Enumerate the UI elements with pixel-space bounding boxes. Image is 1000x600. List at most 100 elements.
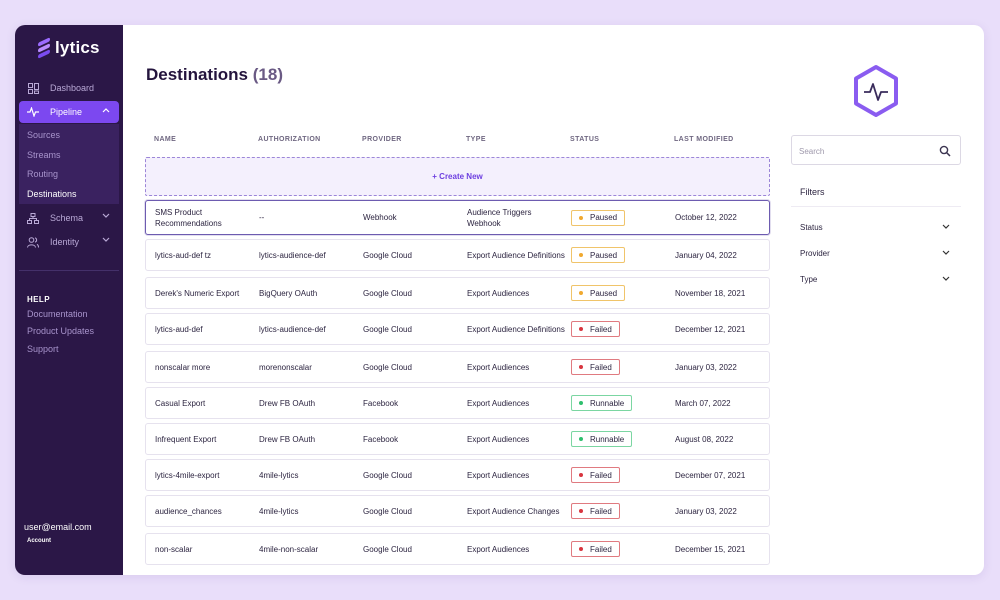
cell-authorization: 4mile-non-scalar (259, 534, 359, 564)
chevron-down-icon[interactable] (942, 223, 950, 232)
table-row[interactable]: nonscalar more morenonscalar Google Cloud E… (145, 351, 770, 383)
cell-name: Casual Export (155, 388, 255, 418)
cell-type: Export Audiences (467, 534, 567, 564)
search-input[interactable] (799, 143, 929, 159)
table-row[interactable]: Casual Export Drew FB OAuth Facebook Export… (145, 387, 770, 419)
cell-type: Export Audiences (467, 278, 567, 308)
status-badge: Paused (571, 209, 626, 226)
cell-provider: Google Cloud (363, 534, 463, 564)
sidebar-subitem-streams[interactable]: Streams (27, 150, 61, 160)
cell-authorization-text: 4mile-non-scalar (259, 544, 319, 554)
cell-authorization: lytics-audience-def (259, 314, 359, 344)
table-row[interactable]: lytics-4mile-export 4mile-lytics Google Cl… (145, 459, 770, 491)
cell-type: Export Audience Definitions (467, 240, 567, 270)
cell-status: Paused (571, 278, 671, 308)
search-icon[interactable] (939, 144, 951, 157)
chevron-down-icon[interactable] (102, 236, 110, 245)
status-dot-icon (579, 509, 583, 513)
cell-provider: Google Cloud (363, 496, 463, 526)
pipeline-hexagon-icon (852, 64, 900, 118)
cell-provider: Facebook (363, 388, 463, 418)
cell-type: Export Audiences (467, 352, 567, 382)
filters-divider (791, 206, 961, 207)
cell-name-text: nonscalar more (155, 362, 211, 372)
table-row[interactable]: Infrequent Export Drew FB OAuth Facebook Ex… (145, 423, 770, 455)
cell-authorization-text: -- (259, 213, 265, 222)
cell-status: Paused (571, 240, 671, 270)
cell-last-modified-text: January 03, 2022 (675, 506, 737, 516)
cell-provider-text: Google Cloud (363, 362, 412, 372)
cell-authorization-text: 4mile-lytics (259, 506, 299, 516)
sidebar-subitem-routing[interactable]: Routing (27, 169, 58, 179)
filter-status[interactable]: Status (800, 220, 950, 234)
cell-name-text: lytics-aud-def (155, 324, 203, 334)
cell-status: Failed (571, 314, 671, 344)
chevron-up-icon[interactable] (102, 106, 110, 115)
sidebar-item-schema[interactable]: Schema (19, 207, 119, 229)
sidebar-item-dashboard[interactable]: Dashboard (19, 77, 119, 99)
cell-name-text: Derek's Numeric Export (155, 288, 240, 298)
sidebar-subitem-destinations[interactable]: Destinations (27, 189, 77, 199)
cell-provider: Google Cloud (363, 460, 463, 490)
sidebar-item-pipeline[interactable]: Pipeline (19, 101, 119, 123)
cell-provider-text: Google Cloud (363, 470, 412, 480)
cell-name: lytics-aud-def tz (155, 240, 255, 270)
filter-provider[interactable]: Provider (800, 246, 950, 260)
table-row[interactable]: lytics-aud-def lytics-audience-def Google … (145, 313, 770, 345)
sidebar-item-label: Pipeline (50, 107, 83, 117)
column-header-authorization[interactable]: AUTHORIZATION (258, 136, 321, 143)
column-header-name[interactable]: NAME (154, 136, 176, 143)
cell-name-text: lytics-4mile-export (155, 470, 220, 480)
table-row[interactable]: lytics-aud-def tz lytics-audience-def Goog… (145, 239, 770, 271)
cell-last-modified: December 12, 2021 (675, 314, 775, 344)
column-header-type[interactable]: TYPE (466, 136, 486, 143)
table-row[interactable]: Derek's Numeric Export BigQuery OAuth Goog… (145, 277, 770, 309)
status-badge: Failed (571, 321, 620, 337)
cell-type: Export Audiences (467, 460, 567, 490)
table-row[interactable]: audience_chances 4mile-lytics Google Cloud… (145, 495, 770, 527)
cell-authorization: morenonscalar (259, 352, 359, 382)
sidebar-subitem-sources[interactable]: Sources (27, 130, 60, 140)
table-row[interactable]: SMS Product Recommendations -- Webhook Audi… (145, 200, 770, 235)
chevron-down-icon[interactable] (102, 212, 110, 221)
cell-status: Failed (571, 534, 671, 564)
cell-authorization-text: 4mile-lytics (259, 470, 299, 480)
create-new-button[interactable]: + Create New (145, 157, 770, 196)
cell-type-text: Export Audiences (467, 362, 530, 372)
account-link[interactable]: Account (27, 538, 51, 544)
brand-name: lytics (55, 38, 100, 57)
status-label: Paused (590, 213, 618, 222)
column-header-last-modified[interactable]: LAST MODIFIED (674, 136, 734, 143)
sidebar-item-identity[interactable]: Identity (19, 231, 119, 253)
cell-type-text: Export Audience Changes (467, 506, 560, 516)
cell-provider: Google Cloud (363, 314, 463, 344)
cell-provider-text: Google Cloud (363, 324, 412, 334)
cell-status: Failed (571, 496, 671, 526)
brand-logo[interactable]: lytics (38, 37, 100, 59)
sidebar-divider (19, 270, 119, 271)
app-frame: lytics Dashboard Pipeline Sources Stream… (15, 25, 984, 575)
status-label: Paused (590, 250, 618, 260)
cell-last-modified: January 03, 2022 (675, 352, 775, 382)
help-link-product-updates[interactable]: Product Updates (27, 326, 94, 336)
status-badge: Failed (571, 503, 620, 519)
cell-last-modified-text: March 07, 2022 (675, 398, 731, 408)
status-badge: Failed (571, 541, 620, 557)
column-header-status[interactable]: STATUS (570, 136, 599, 143)
cell-type-text: Export Audience Definitions (467, 250, 565, 260)
help-link-documentation[interactable]: Documentation (27, 309, 88, 319)
chevron-down-icon[interactable] (942, 249, 950, 258)
status-dot-icon (579, 437, 583, 441)
cell-provider-text: Webhook (363, 213, 397, 222)
filter-type[interactable]: Type (800, 272, 950, 286)
column-header-provider[interactable]: PROVIDER (362, 136, 402, 143)
cell-provider: Webhook (363, 201, 463, 234)
cell-name: audience_chances (155, 496, 255, 526)
chevron-down-icon[interactable] (942, 275, 950, 284)
user-email[interactable]: user@email.com (24, 522, 92, 532)
help-link-support[interactable]: Support (27, 344, 59, 354)
table-row[interactable]: non-scalar 4mile-non-scalar Google Cloud Ex… (145, 533, 770, 565)
cell-last-modified-text: December 15, 2021 (675, 544, 746, 554)
sidebar-item-label: Identity (50, 237, 80, 247)
status-dot-icon (579, 291, 583, 295)
